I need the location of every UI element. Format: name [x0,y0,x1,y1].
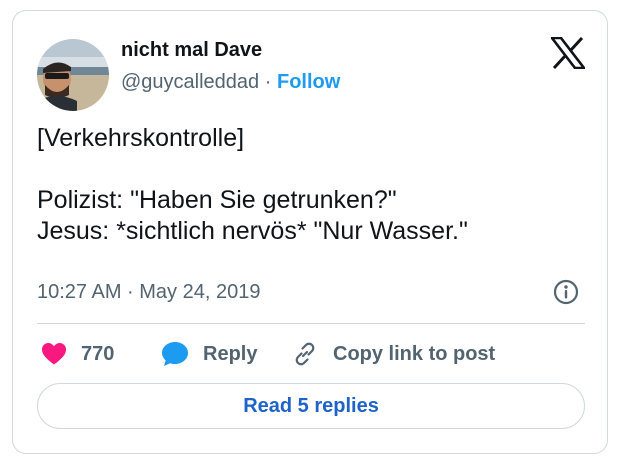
separator-dot: · [264,71,272,93]
heart-icon [41,342,67,366]
divider [37,323,585,324]
user-handle[interactable]: @guycalleddad [121,71,259,93]
tweet-text: [Verkehrskontrolle] Polizist: "Haben Sie… [37,124,468,245]
tweet-timestamp[interactable]: 10:27 AM · May 24, 2019 [37,281,260,304]
avatar[interactable] [37,39,109,111]
reply-bubble-icon [161,341,189,367]
read-replies-button[interactable]: Read 5 replies [37,383,585,429]
x-logo-icon[interactable] [549,36,587,70]
reply-button[interactable]: Reply [161,339,257,369]
follow-button[interactable]: Follow [277,71,340,93]
like-count: 770 [81,342,115,365]
reply-label: Reply [203,342,258,365]
link-icon [291,340,319,368]
copy-link-button[interactable]: Copy link to post [291,339,495,369]
like-button[interactable]: 770 [41,339,114,369]
display-name[interactable]: nicht mal Dave [121,39,262,62]
info-icon[interactable] [553,279,579,305]
tweet-card: nicht mal Dave @guycalleddad · Follow [V… [12,10,608,454]
handle-line: @guycalleddad · Follow [121,71,340,94]
copy-link-label: Copy link to post [333,342,496,365]
